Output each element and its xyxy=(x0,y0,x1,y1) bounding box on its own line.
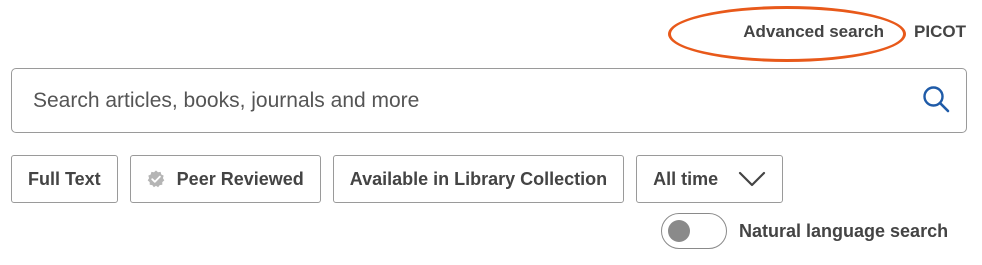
filter-bar: Full Text Peer Reviewed Available in Lib… xyxy=(11,155,784,203)
toggle-knob xyxy=(668,220,690,242)
search-icon xyxy=(922,85,950,116)
advanced-search-link[interactable]: Advanced search xyxy=(743,22,884,42)
chevron-down-icon xyxy=(738,171,766,187)
natural-language-label: Natural language search xyxy=(739,220,949,241)
library-collection-filter[interactable]: Available in Library Collection xyxy=(332,155,625,203)
date-range-dropdown[interactable]: All time xyxy=(636,155,784,203)
full-text-label: Full Text xyxy=(28,168,101,189)
search-box xyxy=(11,68,967,133)
search-input[interactable] xyxy=(12,69,906,132)
search-page: Advanced search PICOT Full Text xyxy=(0,0,982,265)
peer-reviewed-label: Peer Reviewed xyxy=(176,168,304,189)
picot-link[interactable]: PICOT xyxy=(914,22,966,42)
top-links: Advanced search PICOT xyxy=(743,22,966,42)
full-text-filter[interactable]: Full Text xyxy=(11,155,118,203)
verified-badge-icon xyxy=(147,170,165,188)
date-range-label: All time xyxy=(653,168,719,189)
search-button[interactable] xyxy=(906,69,966,132)
natural-language-toggle[interactable] xyxy=(661,213,727,249)
natural-language-row: Natural language search xyxy=(661,213,948,249)
library-collection-label: Available in Library Collection xyxy=(349,168,608,189)
peer-reviewed-filter[interactable]: Peer Reviewed xyxy=(129,155,321,203)
